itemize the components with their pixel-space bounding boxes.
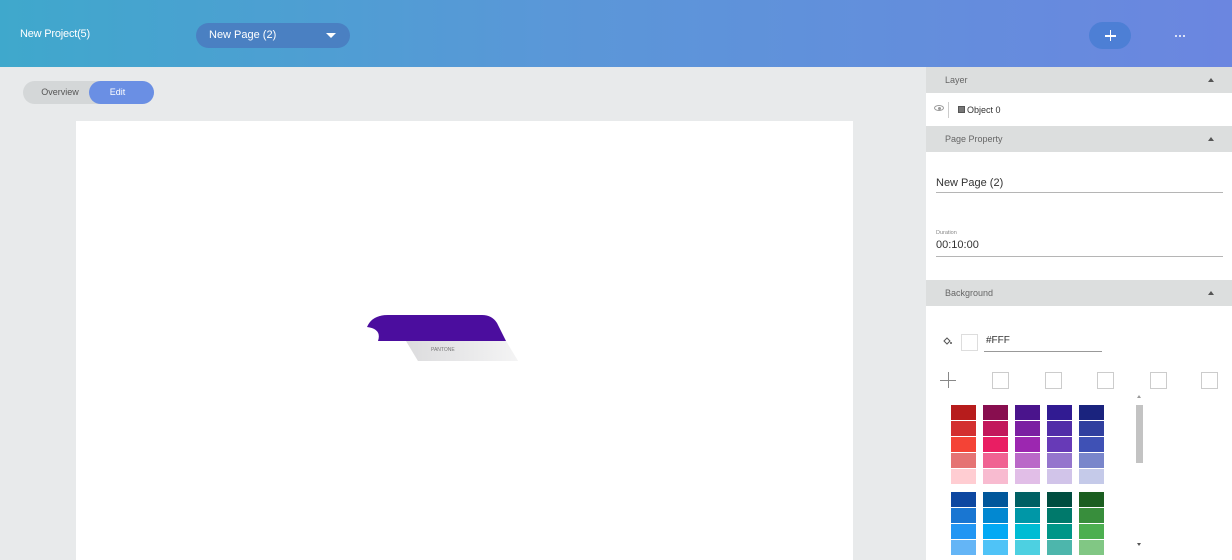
- duration-label: Duration: [936, 230, 957, 236]
- edit-tab[interactable]: Edit: [89, 81, 154, 104]
- palette-scrollbar[interactable]: [1136, 393, 1143, 549]
- palette-swatch[interactable]: [951, 524, 976, 539]
- palette-swatch[interactable]: [1079, 421, 1104, 436]
- scroll-thumb[interactable]: [1136, 405, 1143, 463]
- palette-swatch[interactable]: [1015, 453, 1040, 468]
- custom-color-slot[interactable]: [1045, 372, 1062, 389]
- palette-swatch[interactable]: [1015, 492, 1040, 507]
- palette-swatch[interactable]: [983, 492, 1008, 507]
- view-mode-toggle: Overview Edit: [23, 81, 154, 104]
- add-custom-color-icon[interactable]: [940, 372, 956, 388]
- palette-swatch[interactable]: [1079, 453, 1104, 468]
- canvas-object-ribbon[interactable]: PANTONE: [366, 311, 526, 366]
- palette-swatch[interactable]: [1047, 524, 1072, 539]
- eye-icon[interactable]: [934, 105, 944, 111]
- palette-swatch[interactable]: [983, 469, 1008, 484]
- background-section-title: Background: [945, 288, 994, 298]
- layer-divider: [948, 102, 949, 118]
- palette-swatch[interactable]: [1047, 405, 1072, 420]
- properties-panel: Layer Object 0 Page Property New Page (2…: [926, 67, 1232, 560]
- background-color-swatch[interactable]: [961, 334, 978, 351]
- layer-section-header[interactable]: Layer: [926, 67, 1232, 93]
- page-property-title: Page Property: [945, 134, 1003, 144]
- add-button[interactable]: [1089, 22, 1131, 49]
- palette-swatch[interactable]: [951, 508, 976, 523]
- chevron-up-icon[interactable]: [1208, 137, 1214, 141]
- palette-swatch[interactable]: [951, 437, 976, 452]
- hex-underline: [984, 351, 1102, 352]
- palette-swatch[interactable]: [951, 405, 976, 420]
- background-section-header[interactable]: Background: [926, 280, 1232, 306]
- duration-underline: [936, 256, 1223, 257]
- palette-swatch[interactable]: [1015, 421, 1040, 436]
- palette-swatch[interactable]: [1047, 437, 1072, 452]
- palette-swatch[interactable]: [1079, 524, 1104, 539]
- custom-color-row: [926, 370, 1232, 389]
- page-canvas[interactable]: PANTONE: [76, 121, 853, 560]
- object-icon: [958, 106, 965, 113]
- palette-swatch[interactable]: [1015, 437, 1040, 452]
- palette-swatch[interactable]: [1079, 508, 1104, 523]
- hex-color-input[interactable]: #FFF: [986, 335, 1010, 346]
- chevron-up-icon[interactable]: [1208, 291, 1214, 295]
- palette-swatch[interactable]: [983, 524, 1008, 539]
- palette-swatch[interactable]: [1079, 437, 1104, 452]
- palette-swatch[interactable]: [1015, 540, 1040, 555]
- palette-swatch[interactable]: [1047, 421, 1072, 436]
- custom-color-slot[interactable]: [1150, 372, 1167, 389]
- page-property-section-header[interactable]: Page Property: [926, 126, 1232, 152]
- duration-field[interactable]: 00:10:00: [936, 239, 979, 251]
- page-name-underline: [936, 192, 1223, 193]
- layer-object-name: Object 0: [967, 105, 1001, 115]
- palette-swatch[interactable]: [1079, 405, 1104, 420]
- chevron-up-icon[interactable]: [1208, 78, 1214, 82]
- custom-color-slot[interactable]: [1097, 372, 1114, 389]
- ribbon-shade: [406, 341, 518, 361]
- palette-swatch[interactable]: [983, 437, 1008, 452]
- ribbon-top: [367, 315, 506, 341]
- palette-swatch[interactable]: [1079, 469, 1104, 484]
- palette-swatch[interactable]: [1079, 540, 1104, 555]
- caret-down-icon: [326, 33, 336, 38]
- custom-color-slot[interactable]: [992, 372, 1009, 389]
- page-selector-label: New Page (2): [209, 29, 277, 41]
- layer-section-title: Layer: [945, 75, 968, 85]
- palette-swatch[interactable]: [951, 540, 976, 555]
- page-selector-dropdown[interactable]: New Page (2): [196, 23, 350, 48]
- palette-swatch[interactable]: [1015, 469, 1040, 484]
- palette-swatch[interactable]: [1015, 524, 1040, 539]
- palette-swatch[interactable]: [1047, 540, 1072, 555]
- palette-swatch[interactable]: [983, 540, 1008, 555]
- palette-swatch[interactable]: [1079, 492, 1104, 507]
- more-dot: [1183, 35, 1185, 37]
- palette-swatch[interactable]: [1047, 469, 1072, 484]
- custom-color-slot[interactable]: [1201, 372, 1218, 389]
- palette-swatch[interactable]: [951, 453, 976, 468]
- scroll-down-icon[interactable]: [1137, 543, 1141, 546]
- paint-bucket-icon: [943, 337, 952, 345]
- palette-swatch[interactable]: [1015, 405, 1040, 420]
- color-palette: [926, 393, 1232, 560]
- overview-tab[interactable]: Overview: [23, 81, 89, 104]
- scroll-up-icon[interactable]: [1137, 395, 1141, 398]
- palette-swatch[interactable]: [983, 405, 1008, 420]
- palette-swatch[interactable]: [983, 508, 1008, 523]
- palette-swatch[interactable]: [1047, 453, 1072, 468]
- ribbon-text: PANTONE: [431, 347, 455, 353]
- page-name-field[interactable]: New Page (2): [936, 177, 1003, 189]
- more-options-button[interactable]: [1166, 22, 1196, 49]
- palette-swatch[interactable]: [983, 453, 1008, 468]
- more-horizontal-icon: [1175, 35, 1177, 37]
- project-title[interactable]: New Project(5): [20, 28, 90, 40]
- palette-swatch[interactable]: [1015, 508, 1040, 523]
- palette-swatch[interactable]: [983, 421, 1008, 436]
- palette-swatch[interactable]: [951, 421, 976, 436]
- more-dot: [1179, 35, 1181, 37]
- palette-swatch[interactable]: [1047, 492, 1072, 507]
- top-bar: New Project(5) New Page (2): [0, 0, 1232, 67]
- layer-row[interactable]: Object 0: [926, 97, 1232, 123]
- palette-swatch[interactable]: [951, 469, 976, 484]
- palette-swatch[interactable]: [951, 492, 976, 507]
- palette-swatch[interactable]: [1047, 508, 1072, 523]
